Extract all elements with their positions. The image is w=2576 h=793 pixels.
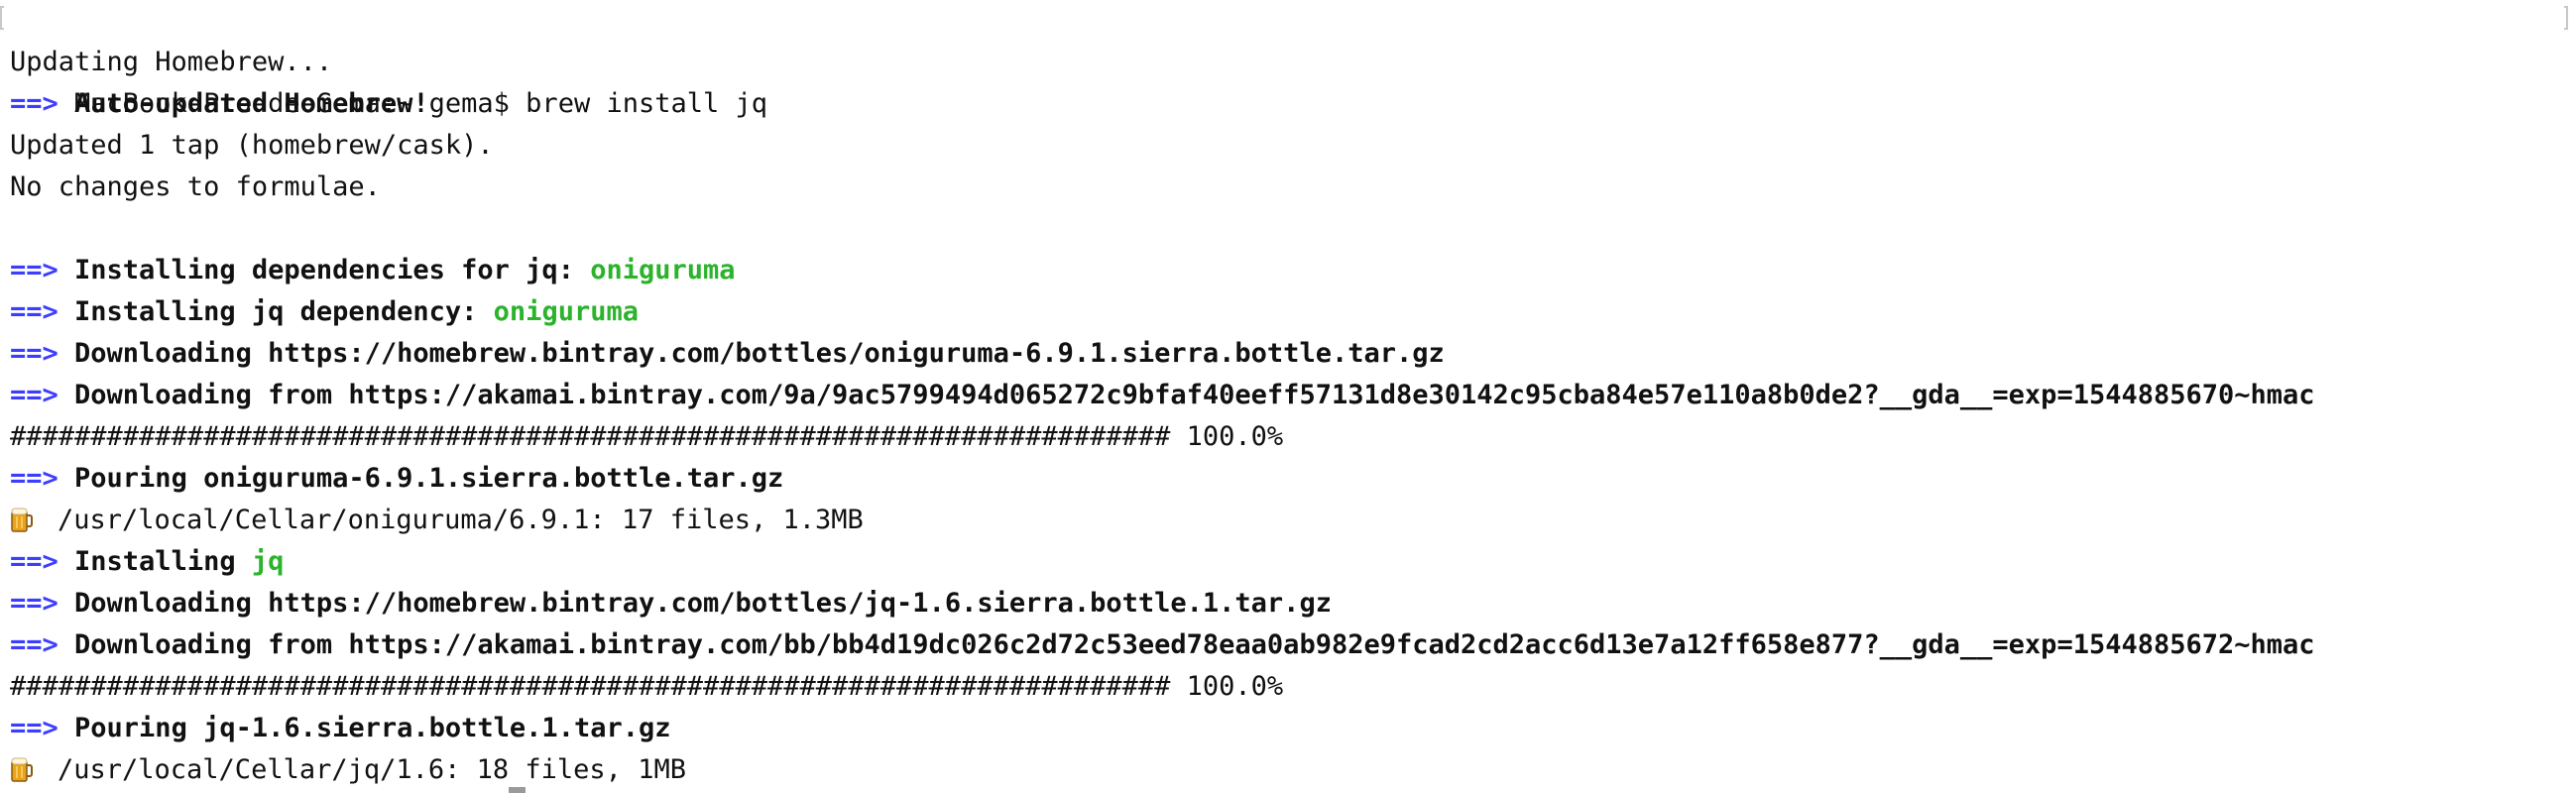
output-text: No changes to formulae. [10,171,381,202]
package-name: oniguruma [590,255,736,285]
arrow-marker: ==> [10,713,75,743]
output-heading: Downloading from https://akamai.bintray.… [74,629,2315,660]
beer-mug-icon [11,508,33,532]
progress-line: ########################################… [0,666,2576,708]
arrow-marker: ==> [10,629,75,660]
output-heading: Downloading from https://akamai.bintray.… [74,380,2315,410]
terminal-line-prompt: MacBook-Pro-de-Gema:~ gema$ brew install… [0,0,2576,119]
text-cursor [509,787,526,793]
arrow-marker: ==> [10,588,75,619]
terminal-line: ==> Auto-updated Homebrew! [0,83,2576,125]
arrow-marker: ==> [10,463,75,494]
terminal-line: ==> Installing jq dependency: oniguruma [0,291,2576,333]
arrow-marker: ==> [10,380,75,410]
package-name: jq [251,546,285,577]
terminal-line: ==> Downloading from https://akamai.bint… [0,624,2576,666]
output-text: /usr/local/Cellar/jq/1.6: 18 files, 1MB [58,754,686,785]
output-heading: Downloading https://homebrew.bintray.com… [74,588,1332,619]
output-heading: Pouring oniguruma-6.9.1.sierra.bottle.ta… [74,463,784,494]
progress-bar-text: ########################################… [10,421,1284,452]
terminal-line: ==> Pouring oniguruma-6.9.1.sierra.bottl… [0,458,2576,500]
terminal-line: Updating Homebrew... [0,42,2576,83]
terminal-window[interactable]: MacBook-Pro-de-Gema:~ gema$ brew install… [0,0,2576,793]
terminal-line: ==> Installing dependencies for jq: onig… [0,250,2576,291]
selection-bracket-left [0,6,4,30]
output-heading: Installing jq dependency: [74,296,494,327]
output-heading: Installing [74,546,252,577]
output-text: Updating Homebrew... [10,47,333,77]
arrow-marker: ==> [10,338,75,369]
progress-line: ########################################… [0,416,2576,458]
output-heading: Pouring jq-1.6.sierra.bottle.1.tar.gz [74,713,671,743]
arrow-marker: ==> [10,546,75,577]
output-heading: Downloading https://homebrew.bintray.com… [74,338,1445,369]
beer-mug-icon [11,757,33,782]
output-heading: Auto-updated Homebrew! [74,88,429,119]
output-heading: Installing dependencies for jq: [74,255,591,285]
terminal-line: ==> Downloading https://homebrew.bintray… [0,583,2576,624]
terminal-line: No changes to formulae. [0,167,2576,208]
arrow-marker: ==> [10,88,75,119]
output-text: /usr/local/Cellar/oniguruma/6.9.1: 17 fi… [58,505,864,535]
arrow-marker: ==> [10,296,75,327]
package-name: oniguruma [493,296,639,327]
terminal-line: Updated 1 tap (homebrew/cask). [0,125,2576,167]
arrow-marker: ==> [10,255,75,285]
output-text: Updated 1 tap (homebrew/cask). [10,130,494,161]
terminal-line: ==> Downloading from https://akamai.bint… [0,375,2576,416]
terminal-line: /usr/local/Cellar/jq/1.6: 18 files, 1MB [0,749,2576,791]
terminal-line: ==> Pouring jq-1.6.sierra.bottle.1.tar.g… [0,708,2576,749]
terminal-line: ==> Installing jq [0,541,2576,583]
progress-bar-text: ########################################… [10,671,1284,702]
terminal-line: /usr/local/Cellar/oniguruma/6.9.1: 17 fi… [0,500,2576,541]
terminal-line: ==> Downloading https://homebrew.bintray… [0,333,2576,375]
selection-bracket-right [2564,6,2568,30]
